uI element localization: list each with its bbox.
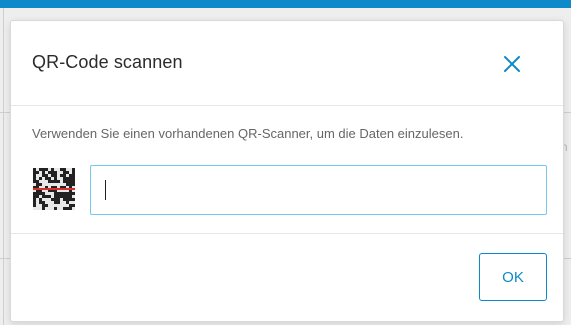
background-top-bar bbox=[0, 0, 571, 8]
close-icon[interactable] bbox=[500, 52, 524, 76]
background-divider bbox=[3, 8, 4, 325]
qr-data-input[interactable] bbox=[90, 165, 547, 215]
qr-code-icon bbox=[33, 168, 75, 210]
ok-button[interactable]: OK bbox=[479, 253, 547, 301]
dialog-body: Verwenden Sie einen vorhandenen QR-Scann… bbox=[11, 106, 563, 234]
text-cursor bbox=[105, 180, 106, 200]
dialog-description: Verwenden Sie einen vorhandenen QR-Scann… bbox=[32, 126, 464, 141]
dialog-title: QR-Code scannen bbox=[32, 52, 183, 72]
dialog-footer: OK bbox=[11, 234, 563, 321]
qr-scan-dialog: QR-Code scannen Verwenden Sie einen vorh… bbox=[10, 20, 564, 322]
dialog-header: QR-Code scannen bbox=[11, 21, 563, 106]
